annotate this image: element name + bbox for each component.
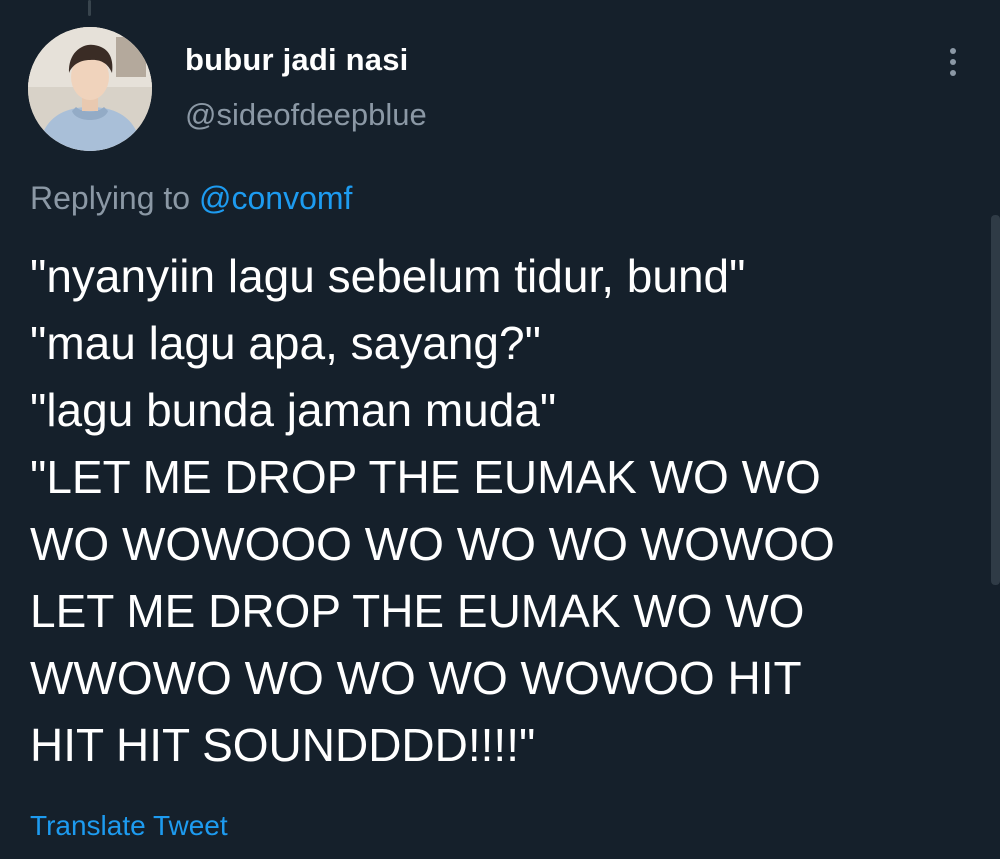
thread-connector-line	[88, 0, 91, 16]
tweet-text: "nyanyiin lagu sebelum tidur, bund" "mau…	[30, 243, 980, 779]
tweet-line: LET ME DROP THE EUMAK WO WO	[30, 585, 805, 637]
tweet-line: WWOWO WO WO WO WOWOO HIT	[30, 652, 802, 704]
replying-prefix: Replying to	[30, 180, 191, 216]
avatar[interactable]	[28, 27, 152, 151]
replying-to: Replying to @convomf	[30, 180, 352, 217]
tweet-line: WO WOWOOO WO WO WO WOWOO	[30, 518, 835, 570]
tweet-line: "lagu bunda jaman muda"	[30, 384, 557, 436]
tweet-line: "mau lagu apa, sayang?"	[30, 317, 541, 369]
tweet-line: "nyanyiin lagu sebelum tidur, bund"	[30, 250, 746, 302]
more-vertical-icon-dot	[950, 59, 956, 65]
user-handle[interactable]: @sideofdeepblue	[185, 97, 427, 133]
tweet-line: HIT HIT SOUNDDDD!!!!"	[30, 719, 536, 771]
tweet-line: "LET ME DROP THE EUMAK WO WO	[30, 451, 821, 503]
display-name[interactable]: bubur jadi nasi	[185, 42, 408, 78]
more-options-button[interactable]	[936, 40, 970, 84]
avatar-image	[28, 27, 152, 151]
more-vertical-icon-dot	[950, 70, 956, 76]
reply-mention-link[interactable]: @convomf	[199, 180, 352, 216]
scrollbar[interactable]	[991, 215, 1000, 585]
translate-tweet-link[interactable]: Translate Tweet	[30, 810, 228, 842]
more-vertical-icon	[950, 48, 956, 54]
